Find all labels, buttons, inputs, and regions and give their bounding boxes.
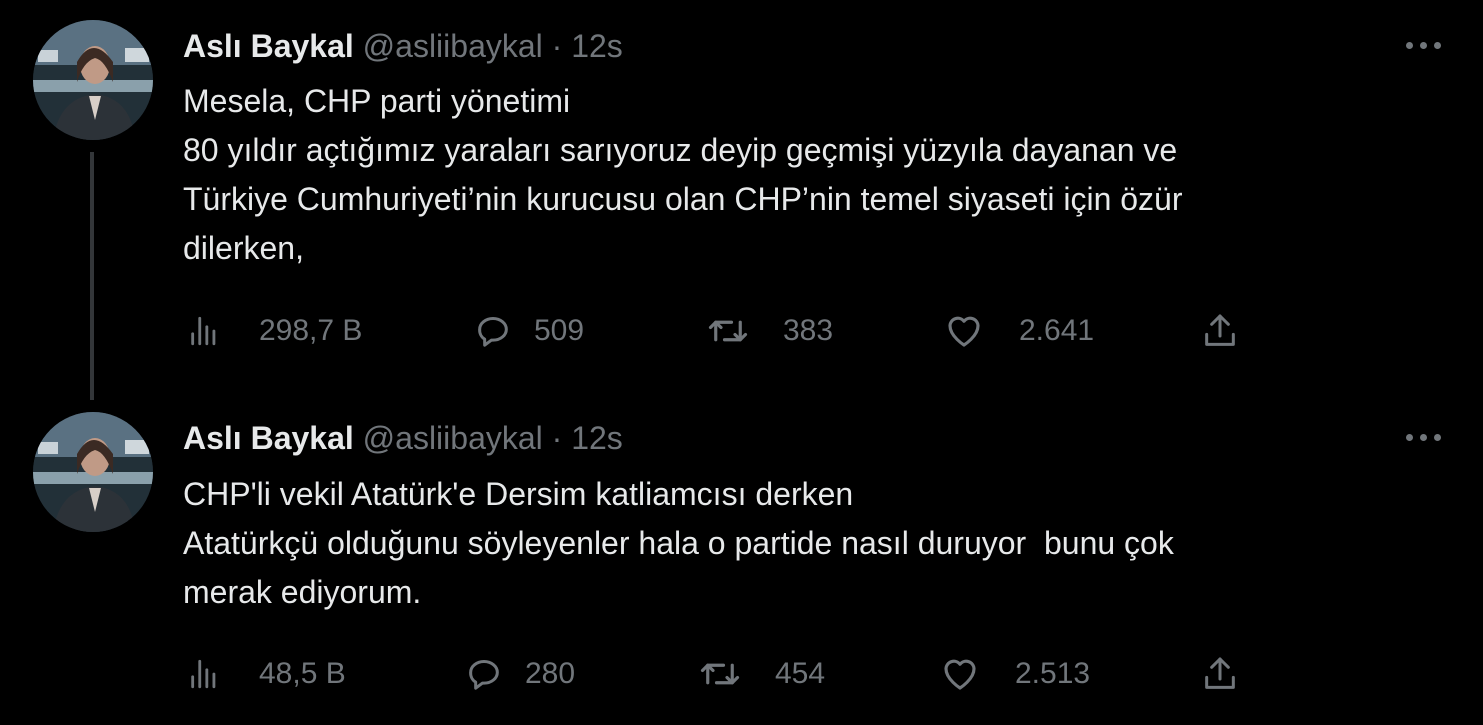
- tweet-text-line: merak ediyorum.: [183, 574, 422, 610]
- retweet-count: 383: [783, 314, 834, 347]
- more-horizontal-icon: [1406, 42, 1413, 49]
- like-button[interactable]: 2.641: [943, 307, 1094, 355]
- speech-bubble-icon: [463, 653, 505, 695]
- tweet-text-line: CHP'li vekil Atatürk'e Dersim katliamcıs…: [183, 476, 854, 512]
- share-button[interactable]: [1199, 307, 1241, 355]
- retweet-icon: [699, 653, 741, 695]
- more-options-button[interactable]: [1403, 426, 1445, 450]
- tweet-header: Aslı Baykal @asliibaykal · 12s: [183, 26, 623, 66]
- bar-chart-icon: [183, 653, 225, 695]
- bar-chart-icon: [183, 310, 225, 352]
- separator: ·: [551, 28, 563, 64]
- retweet-count: 454: [775, 657, 826, 690]
- views-button[interactable]: 298,7 B: [183, 307, 362, 355]
- views-count: 298,7 B: [259, 314, 363, 347]
- like-count: 2.513: [1015, 657, 1091, 690]
- thread-line: [90, 152, 94, 400]
- tweet[interactable]: Aslı Baykal @asliibaykal · 12s Mesela, C…: [0, 0, 1483, 400]
- timestamp[interactable]: 12s: [571, 28, 623, 64]
- views-button[interactable]: 48,5 B: [183, 650, 346, 698]
- more-dot: [1420, 434, 1427, 441]
- timestamp[interactable]: 12s: [571, 420, 623, 456]
- reply-button[interactable]: 509: [472, 307, 584, 355]
- share-button[interactable]: [1199, 650, 1241, 698]
- reply-count: 509: [534, 314, 585, 347]
- heart-icon: [943, 310, 985, 352]
- retweet-button[interactable]: 383: [707, 307, 833, 355]
- tweet-text-line: Atatürkçü olduğunu söyleyenler hala o pa…: [183, 525, 1174, 561]
- heart-icon: [939, 653, 981, 695]
- like-button[interactable]: 2.513: [939, 650, 1090, 698]
- reply-button[interactable]: 280: [463, 650, 575, 698]
- author-handle[interactable]: @asliibaykal: [363, 28, 543, 64]
- more-dot: [1420, 42, 1427, 49]
- action-bar: 48,5 B 280 454 2.513: [183, 650, 1283, 698]
- separator: ·: [551, 420, 563, 456]
- tweet-text-line: dilerken,: [183, 230, 304, 266]
- more-options-button[interactable]: [1403, 34, 1445, 58]
- tweet-text: Mesela, CHP parti yönetimi 80 yıldır açt…: [183, 77, 1423, 273]
- like-count: 2.641: [1019, 314, 1095, 347]
- tweet-header: Aslı Baykal @asliibaykal · 12s: [183, 418, 623, 458]
- action-bar: 298,7 B 509 383 2.641: [183, 307, 1283, 355]
- author-name[interactable]: Aslı Baykal: [183, 420, 354, 456]
- tweet-text-line: Türkiye Cumhuriyeti’nin kurucusu olan CH…: [183, 181, 1183, 217]
- share-upload-icon: [1199, 653, 1241, 695]
- avatar[interactable]: [33, 20, 153, 140]
- tweet-text-line: 80 yıldır açtığımız yaraları sarıyoruz d…: [183, 132, 1178, 168]
- share-upload-icon: [1199, 310, 1241, 352]
- retweet-button[interactable]: 454: [699, 650, 825, 698]
- more-horizontal-icon: [1406, 434, 1413, 441]
- tweet[interactable]: Aslı Baykal @asliibaykal · 12s CHP'li ve…: [0, 400, 1483, 725]
- reply-count: 280: [525, 657, 576, 690]
- tweet-text-line: Mesela, CHP parti yönetimi: [183, 83, 571, 119]
- author-handle[interactable]: @asliibaykal: [363, 420, 543, 456]
- avatar[interactable]: [33, 412, 153, 532]
- more-dot: [1434, 42, 1441, 49]
- more-dot: [1434, 434, 1441, 441]
- views-count: 48,5 B: [259, 657, 346, 690]
- retweet-icon: [707, 310, 749, 352]
- speech-bubble-icon: [472, 310, 514, 352]
- tweet-text: CHP'li vekil Atatürk'e Dersim katliamcıs…: [183, 470, 1423, 617]
- author-name[interactable]: Aslı Baykal: [183, 28, 354, 64]
